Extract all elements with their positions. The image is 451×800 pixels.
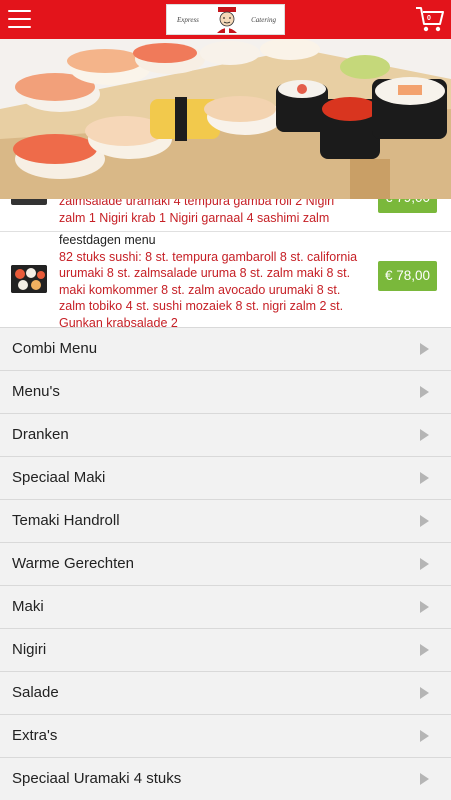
chevron-right-icon xyxy=(420,429,429,441)
product-thumbnail xyxy=(11,199,47,205)
cart-count-badge: 0 xyxy=(427,15,431,22)
category-item[interactable]: Salade xyxy=(0,671,451,714)
category-item[interactable]: Speciaal Maki xyxy=(0,456,451,499)
product-info: feestdagen menu 82 stuks sushi: 8 st. te… xyxy=(59,232,359,327)
chevron-right-icon xyxy=(420,644,429,656)
product-description: 82 stuks sushi: 8 st. tempura gambaroll … xyxy=(59,249,358,328)
category-list: Combi Menu Menu's Dranken Speciaal Maki … xyxy=(0,327,451,800)
price-button[interactable]: € 78,00 xyxy=(378,261,437,291)
category-item[interactable]: Speciaal Uramaki 4 stuks xyxy=(0,757,451,800)
chevron-right-icon xyxy=(420,687,429,699)
hamburger-menu-icon[interactable] xyxy=(8,10,31,29)
logo-express-text: Express xyxy=(177,16,199,24)
sushi-chef-logo-icon xyxy=(217,7,237,33)
sushi-platter-illustration xyxy=(0,39,451,199)
shopping-cart-icon[interactable]: 0 xyxy=(415,5,445,34)
category-label: Nigiri xyxy=(12,641,47,658)
product-name: feestdagen menu xyxy=(59,233,156,247)
category-label: Speciaal Uramaki 4 stuks xyxy=(12,770,182,787)
logo-catering-text: Catering xyxy=(251,16,276,24)
category-label: Warme Gerechten xyxy=(12,555,134,572)
product-info: zalmsalade uramaki 4 tempura gamba roll … xyxy=(59,199,359,226)
sushi-thumbnail-icon xyxy=(11,265,47,293)
category-item[interactable]: Combi Menu xyxy=(0,327,451,370)
category-label: Salade xyxy=(12,684,59,701)
category-item[interactable]: Menu's xyxy=(0,370,451,413)
product-description: zalmsalade uramaki 4 tempura gamba roll … xyxy=(59,199,335,225)
product-list: zalmsalade uramaki 4 tempura gamba roll … xyxy=(0,199,451,327)
chevron-right-icon xyxy=(420,515,429,527)
chevron-right-icon xyxy=(420,601,429,613)
chevron-right-icon xyxy=(420,730,429,742)
category-label: Temaki Handroll xyxy=(12,512,120,529)
category-label: Speciaal Maki xyxy=(12,469,106,486)
category-label: Menu's xyxy=(12,383,60,400)
category-item[interactable]: Warme Gerechten xyxy=(0,542,451,585)
category-item[interactable]: Nigiri xyxy=(0,628,451,671)
price-button[interactable]: € 79,00 xyxy=(378,199,437,213)
category-item[interactable]: Maki xyxy=(0,585,451,628)
restaurant-logo[interactable]: Express Catering xyxy=(166,4,285,35)
category-label: Extra's xyxy=(12,727,58,744)
category-label: Dranken xyxy=(12,426,69,443)
product-row[interactable]: feestdagen menu 82 stuks sushi: 8 st. te… xyxy=(0,232,451,327)
category-label: Combi Menu xyxy=(12,340,98,357)
product-thumbnail xyxy=(11,265,47,293)
chevron-right-icon xyxy=(420,558,429,570)
chevron-right-icon xyxy=(420,343,429,355)
chevron-right-icon xyxy=(420,773,429,785)
hero-sushi-image xyxy=(0,39,451,199)
category-label: Maki xyxy=(12,598,44,615)
category-item[interactable]: Dranken xyxy=(0,413,451,456)
chevron-right-icon xyxy=(420,472,429,484)
category-item[interactable]: Temaki Handroll xyxy=(0,499,451,542)
app-header: Express Catering 0 xyxy=(0,0,451,39)
product-row[interactable]: zalmsalade uramaki 4 tempura gamba roll … xyxy=(0,199,451,232)
chevron-right-icon xyxy=(420,386,429,398)
category-item[interactable]: Extra's xyxy=(0,714,451,757)
